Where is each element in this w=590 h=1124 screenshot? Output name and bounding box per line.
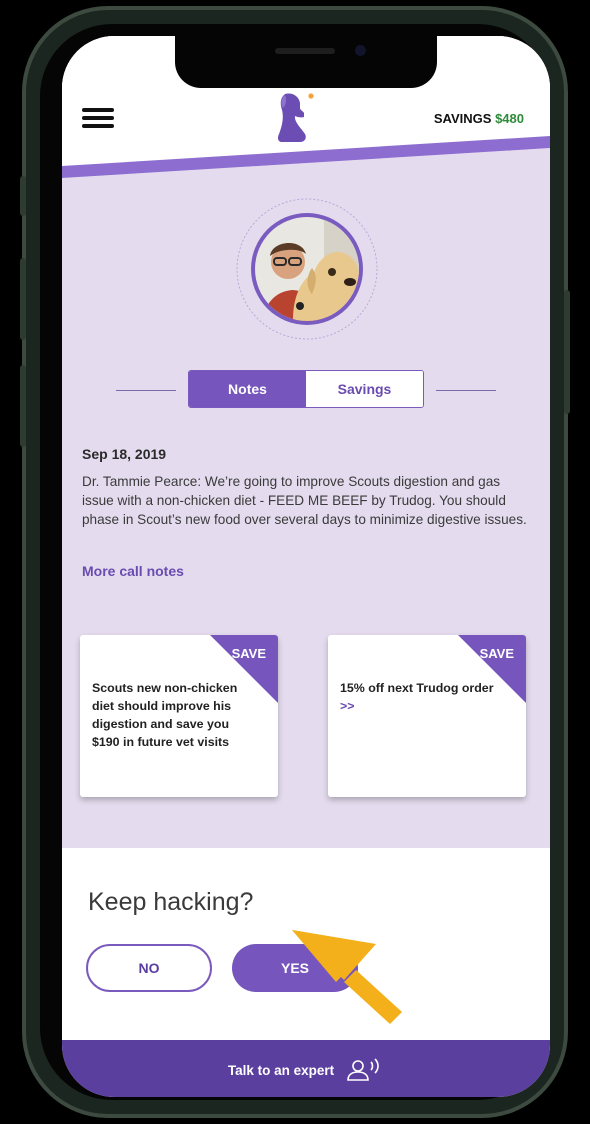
card-text-body: Scouts new non-chicken diet should impro… xyxy=(92,681,238,749)
front-camera xyxy=(355,45,366,56)
card-text-body: 15% off next Trudog order xyxy=(340,681,494,695)
tab-savings[interactable]: Savings xyxy=(306,371,423,407)
savings-amount: $480 xyxy=(495,111,524,126)
save-badge: SAVE xyxy=(231,646,266,661)
notch xyxy=(175,36,437,88)
card-link-arrows[interactable]: >> xyxy=(340,699,354,713)
savings-card-trudog-discount[interactable]: SAVE 15% off next Trudog order >> xyxy=(328,635,526,797)
person-speaking-icon xyxy=(347,1058,379,1081)
avatar xyxy=(234,196,380,342)
divider-left xyxy=(116,390,176,391)
dog-logo-icon xyxy=(278,93,314,142)
save-badge: SAVE xyxy=(479,646,514,661)
side-button-volume-up xyxy=(20,258,26,340)
note-date: Sep 18, 2019 xyxy=(82,446,167,462)
tab-notes[interactable]: Notes xyxy=(189,371,306,407)
card-text: 15% off next Trudog order >> xyxy=(340,679,498,715)
keep-hacking-title: Keep hacking? xyxy=(88,888,254,916)
pointer-arrow-icon xyxy=(292,930,402,1024)
divider-right xyxy=(436,390,496,391)
talk-to-expert-bar[interactable]: Talk to an expert xyxy=(62,1040,550,1097)
side-button-mute xyxy=(20,176,26,216)
savings-total: SAVINGS $480 xyxy=(434,111,524,126)
savings-card-vet-visits[interactable]: SAVE Scouts new non-chicken diet should … xyxy=(80,635,278,797)
side-button-power xyxy=(564,290,570,414)
no-button[interactable]: NO xyxy=(86,944,212,992)
card-text: Scouts new non-chicken diet should impro… xyxy=(92,679,250,751)
talk-to-expert-label: Talk to an expert xyxy=(227,1062,335,1078)
side-button-volume-down xyxy=(20,365,26,447)
speaker xyxy=(275,48,335,54)
notes-savings-tabs: Notes Savings xyxy=(188,370,424,408)
menu-icon[interactable] xyxy=(82,108,114,128)
more-call-notes-link[interactable]: More call notes xyxy=(82,563,184,579)
note-text: Dr. Tammie Pearce: We’re going to improv… xyxy=(82,474,527,527)
savings-label: SAVINGS xyxy=(433,111,492,126)
